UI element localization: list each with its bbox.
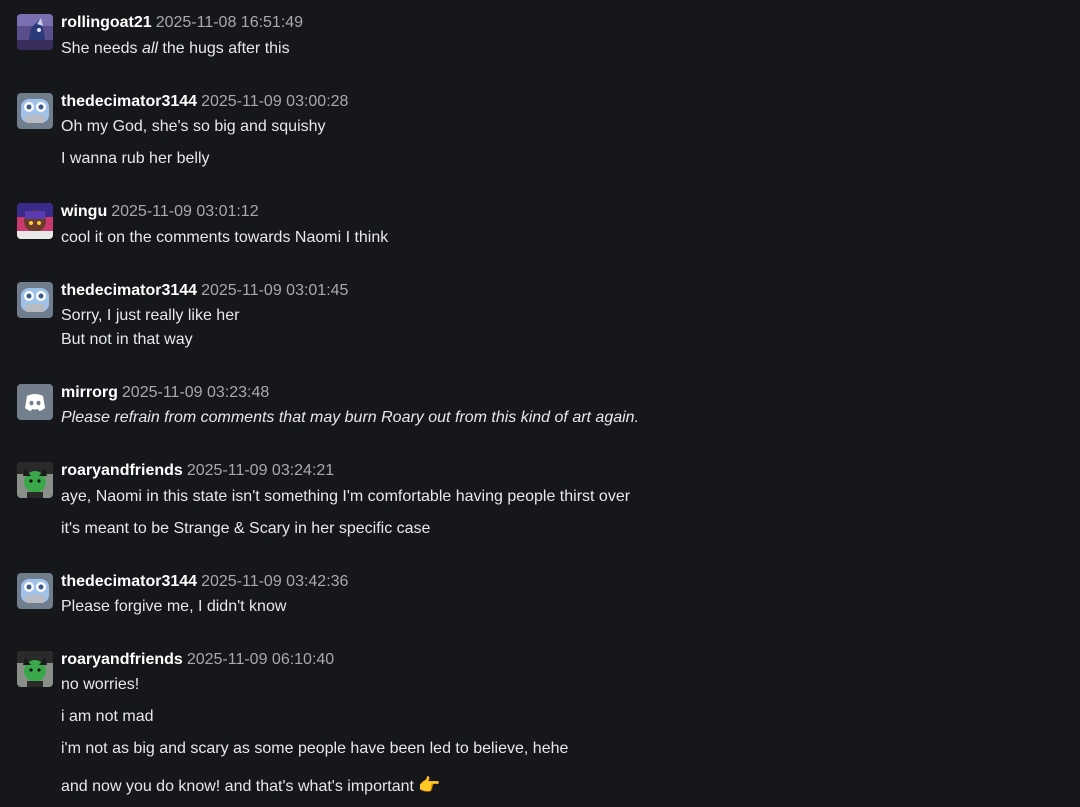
message-text: She needs all the hugs after this: [61, 40, 290, 57]
message-header: wingu 2025-11-09 03:01:12: [61, 203, 259, 221]
message-text: But not in that way: [61, 331, 193, 348]
message-text: Please refrain from comments that may bu…: [61, 409, 640, 426]
message-text: aye, Naomi in this state isn't something…: [61, 488, 631, 505]
message-text: it's meant to be Strange & Scary in her …: [61, 520, 431, 537]
emphasis-text: all: [141, 40, 158, 57]
green-character-avatar[interactable]: [17, 462, 53, 498]
username[interactable]: wingu: [61, 203, 107, 220]
username[interactable]: rollingoat21: [61, 14, 152, 31]
timestamp: 2025-11-09 03:00:28: [201, 93, 349, 110]
timestamp: 2025-11-09 03:24:21: [186, 462, 335, 479]
robot-avatar[interactable]: [17, 282, 53, 318]
message-text: no worries!: [61, 676, 140, 693]
message-header: mirrorg 2025-11-09 03:23:48: [61, 384, 269, 402]
timestamp: 2025-11-09 03:01:45: [201, 282, 349, 299]
discord-avatar[interactable]: [17, 384, 53, 420]
timestamp: 2025-11-09 03:42:36: [201, 573, 349, 590]
username[interactable]: thedecimator3144: [61, 282, 197, 299]
timestamp: 2025-11-09 03:23:48: [121, 384, 270, 401]
robot-avatar[interactable]: [17, 573, 53, 609]
message-text: I wanna rub her belly: [61, 150, 210, 167]
message-header: rollingoat21 2025-11-08 16:51:49: [61, 14, 303, 32]
username[interactable]: roaryandfriends: [61, 462, 183, 479]
chat-log: rollingoat21 2025-11-08 16:51:49 She need…: [0, 0, 1080, 807]
username[interactable]: mirrorg: [61, 384, 118, 401]
message-text: and now you do know! and that's what's i…: [61, 775, 441, 795]
timestamp: 2025-11-08 16:51:49: [155, 14, 304, 31]
wolf-avatar[interactable]: [17, 14, 53, 50]
timestamp: 2025-11-09 06:10:40: [186, 651, 335, 668]
message-text: i am not mad: [61, 708, 154, 725]
message-header: thedecimator3144 2025-11-09 03:42:36: [61, 573, 348, 591]
username[interactable]: roaryandfriends: [61, 651, 183, 668]
message-header: roaryandfriends 2025-11-09 03:24:21: [61, 462, 334, 480]
pointing-hand-emoji-icon: 👉: [417, 775, 441, 795]
message-header: thedecimator3144 2025-11-09 03:01:45: [61, 282, 348, 300]
timestamp: 2025-11-09 03:01:12: [111, 203, 259, 220]
character-avatar[interactable]: [17, 203, 53, 239]
message-header: thedecimator3144 2025-11-09 03:00:28: [61, 93, 348, 111]
message-text: Sorry, I just really like her: [61, 307, 240, 324]
message-text: Oh my God, she's so big and squishy: [61, 118, 326, 135]
message-text: cool it on the comments towards Naomi I …: [61, 229, 389, 246]
username[interactable]: thedecimator3144: [61, 93, 197, 110]
message-text: Please forgive me, I didn't know: [61, 598, 287, 615]
message-text: i'm not as big and scary as some people …: [61, 740, 569, 757]
message-header: roaryandfriends 2025-11-09 06:10:40: [61, 651, 334, 669]
username[interactable]: thedecimator3144: [61, 573, 197, 590]
green-character-avatar[interactable]: [17, 651, 53, 687]
robot-avatar[interactable]: [17, 93, 53, 129]
